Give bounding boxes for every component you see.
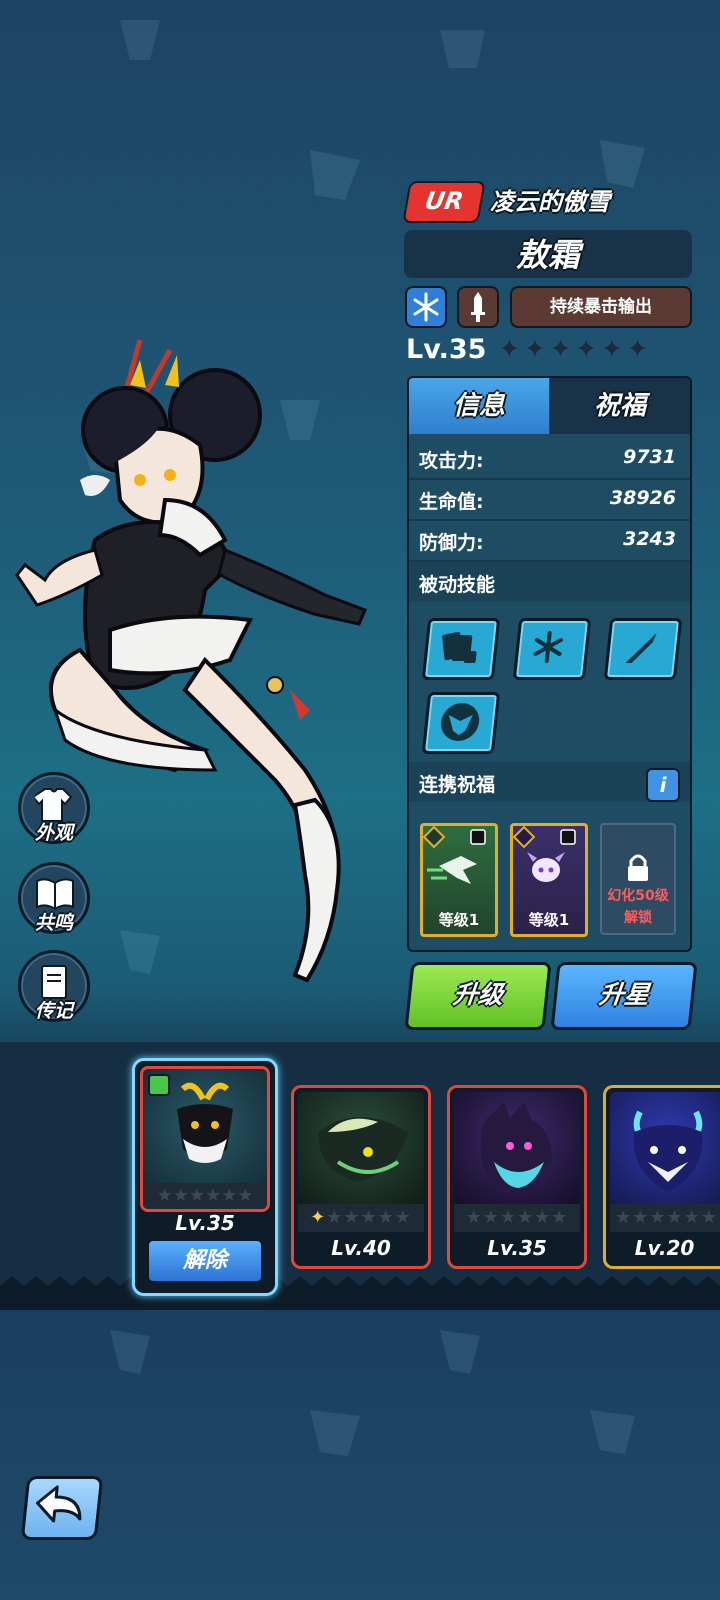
passive-skills-title: 被动技能	[419, 574, 496, 596]
stag-beast-portrait	[148, 1074, 233, 1163]
passive-skill-4[interactable]	[421, 692, 501, 754]
stat-row-hp: 生命值: 38926	[409, 479, 690, 521]
character-level: Lv.35	[406, 334, 487, 365]
weapon-badge[interactable]	[457, 286, 499, 328]
stat-value: 9731	[623, 446, 676, 468]
pet-level: Lv.35	[487, 1236, 547, 1260]
snowflakes-icon	[533, 631, 563, 663]
character-title: 凌云的傲雪	[490, 188, 610, 216]
passive-skill-3[interactable]	[603, 618, 683, 680]
tab-blessing[interactable]: 祝福	[550, 378, 690, 434]
stat-label: 防御力:	[419, 532, 484, 554]
pet-art-frame: ★★★★★★	[140, 1066, 270, 1212]
element-badge[interactable]	[405, 286, 447, 328]
biography-label: 传记	[34, 1000, 73, 1022]
pet-card-selected[interactable]: ★★★★★★ Lv.35 解除	[132, 1058, 278, 1296]
passive-skill-1[interactable]	[421, 618, 501, 680]
sword-icon	[471, 292, 485, 322]
character-name: 敖霜	[404, 230, 692, 278]
stat-value: 38926	[609, 487, 676, 509]
passive-skill-2[interactable]	[512, 618, 592, 680]
pet-stars: ★★★★★★	[454, 1204, 580, 1232]
resonance-button[interactable]: 共鸣	[18, 862, 90, 934]
unequip-button[interactable]: 解除	[147, 1239, 263, 1283]
appearance-button[interactable]: 外观	[18, 772, 90, 844]
passive-skills-heading: 被动技能	[409, 562, 690, 602]
stat-label: 攻击力:	[419, 450, 484, 472]
cards-dice-icon	[442, 631, 477, 663]
back-arrow-icon	[36, 1485, 82, 1523]
stat-value: 3243	[623, 528, 676, 550]
horned-spirit-icon	[512, 825, 576, 882]
info-panel: 信息 祝福 攻击力: 9731 生命值: 38926 防御力: 3243 被动技…	[407, 376, 692, 952]
info-button[interactable]: i	[646, 768, 680, 802]
pet-card[interactable]: ✦★★★★★ Lv.40	[291, 1085, 431, 1269]
star-up-button[interactable]: 升星	[550, 962, 698, 1030]
green-beast-portrait	[318, 1117, 408, 1182]
pet-stars: ★★★★★★	[610, 1204, 720, 1232]
pet-stars: ★★★★★★	[143, 1183, 267, 1209]
blue-dragon-portrait	[633, 1110, 703, 1192]
unlock-requirement-line2: 解锁	[624, 910, 652, 926]
stat-label: 生命值:	[419, 491, 484, 513]
pet-card[interactable]: ★★★★★★ Lv.20	[603, 1085, 720, 1269]
blessing-level: 等级1	[528, 911, 570, 929]
role-tag[interactable]: 持续暴击输出	[510, 286, 692, 328]
snowflake-icon	[413, 292, 439, 322]
biography-button[interactable]: 传记	[18, 950, 90, 1022]
pet-level: Lv.20	[634, 1236, 695, 1260]
link-blessing-title: 连携祝福	[419, 774, 496, 796]
pet-stars: ✦★★★★★	[298, 1204, 424, 1232]
claw-slash-icon	[625, 633, 657, 663]
rarity-badge: UR	[402, 181, 486, 223]
resonance-label: 共鸣	[34, 912, 73, 934]
unlock-requirement: 幻化50级 解锁	[602, 885, 674, 929]
pet-art	[298, 1092, 424, 1204]
star-rating: ✦✦✦✦✦✦	[498, 334, 652, 365]
upgrade-button[interactable]: 升级	[404, 962, 552, 1030]
appearance-label: 外观	[34, 822, 73, 844]
unlock-requirement-line1: 幻化50级	[607, 888, 669, 904]
pet-level: Lv.35	[175, 1211, 235, 1235]
pet-art	[454, 1092, 580, 1204]
locked-blessing-slot[interactable]: 幻化50级 解锁	[600, 823, 676, 935]
lock-icon	[628, 854, 648, 881]
blessing-card-1[interactable]: 等级1	[420, 823, 498, 937]
blessing-card-2[interactable]: 等级1	[510, 823, 588, 937]
strip-jagged-edge	[0, 1276, 720, 1310]
shadow-dragon-portrait	[480, 1102, 552, 1190]
pet-level: Lv.40	[331, 1236, 391, 1260]
pet-art	[610, 1092, 720, 1204]
tab-info[interactable]: 信息	[409, 378, 549, 434]
wind-spirit-icon	[422, 825, 486, 884]
pet-card[interactable]: ★★★★★★ Lv.35	[447, 1085, 587, 1269]
dragon-head-icon	[441, 703, 480, 741]
stat-row-attack: 攻击力: 9731	[409, 438, 690, 480]
blessing-level: 等级1	[438, 911, 480, 929]
link-blessing-heading: 连携祝福 i	[409, 762, 690, 802]
back-button[interactable]	[20, 1476, 104, 1540]
stat-row-defense: 防御力: 3243	[409, 520, 690, 562]
